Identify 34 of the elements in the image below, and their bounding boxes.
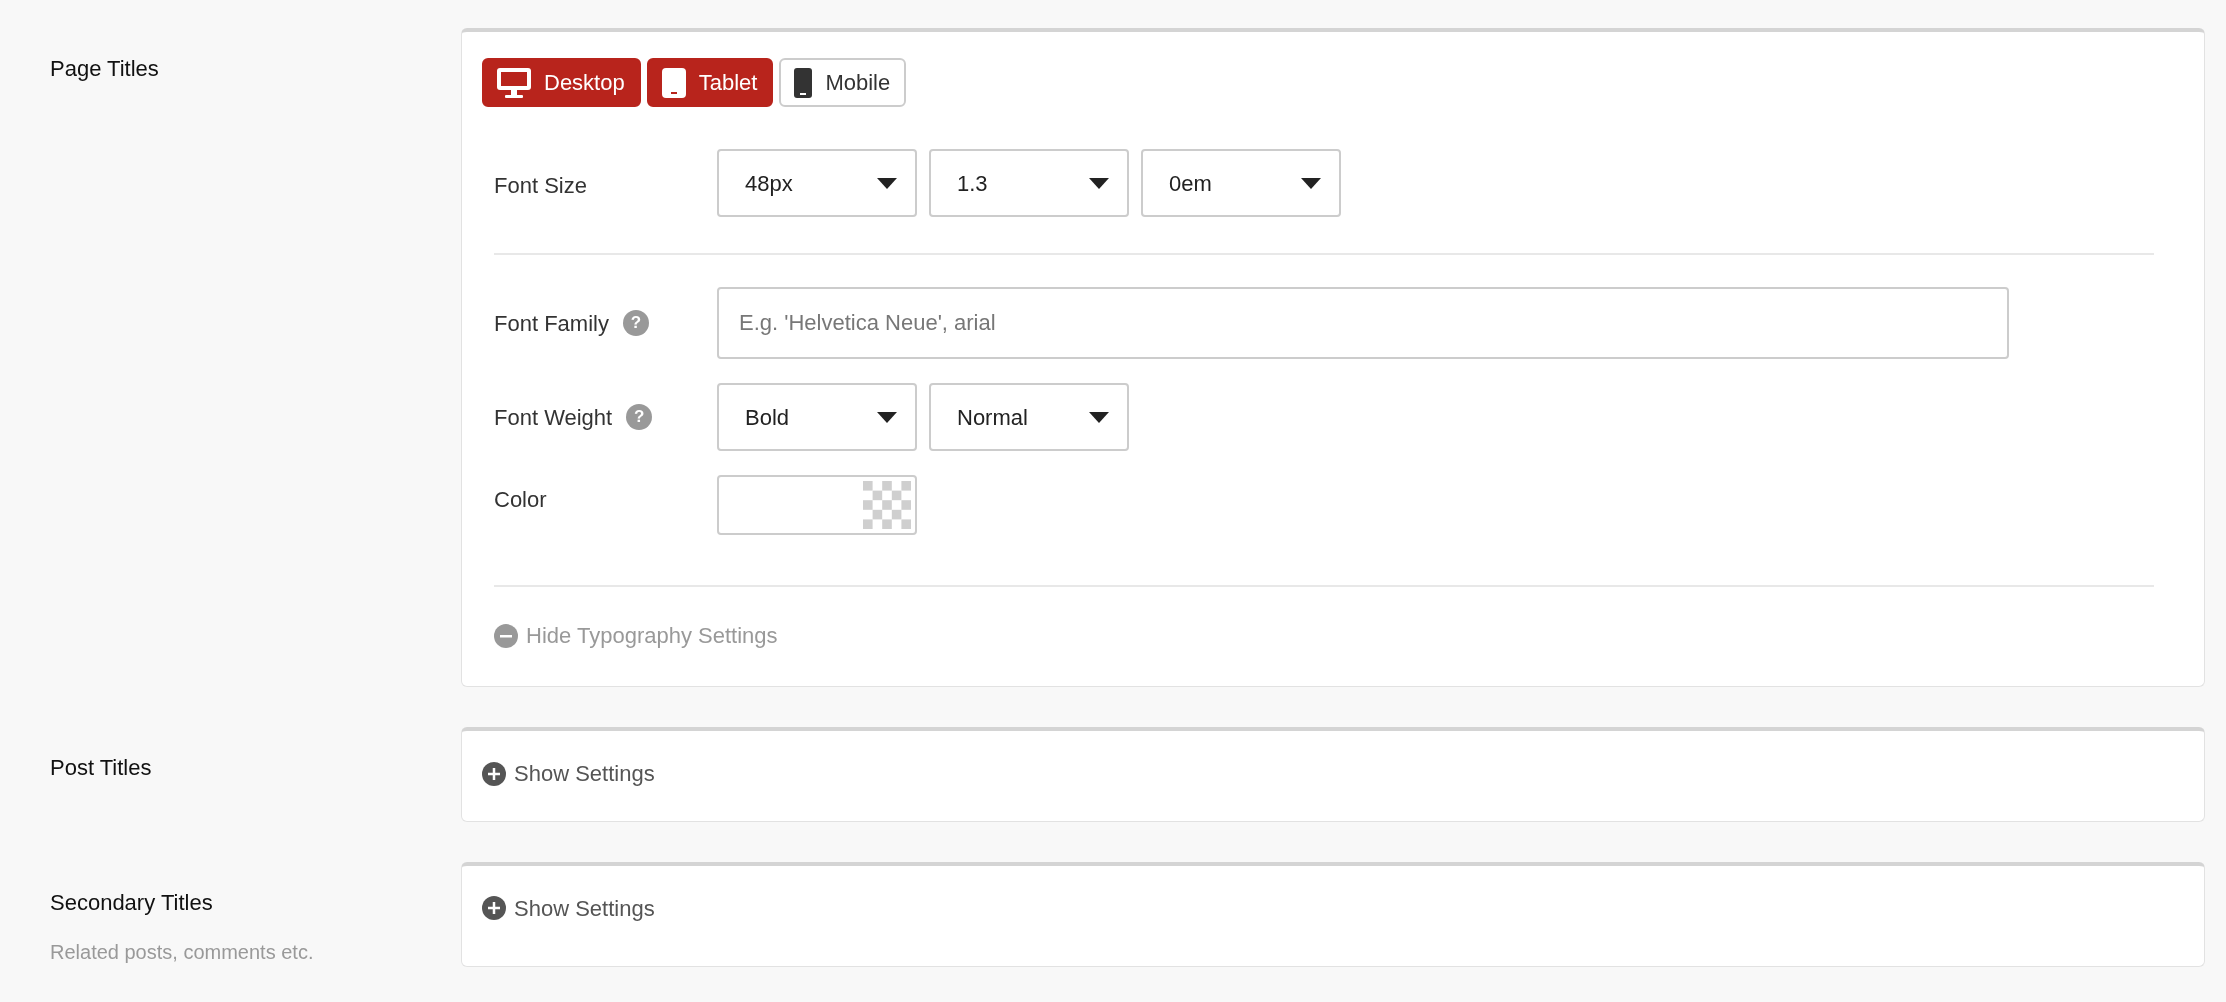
dropdown[interactable]: 1.3 [929, 149, 1129, 217]
plus-icon [482, 896, 506, 920]
section-title: Secondary Titles [50, 888, 214, 917]
field-label: Font Size [494, 171, 587, 200]
field-label: Color [494, 486, 547, 514]
color-picker[interactable] [717, 475, 917, 535]
monitor-icon [496, 66, 532, 99]
device-toggle[interactable]: Mobile [779, 58, 907, 107]
help-icon: ? [626, 404, 653, 430]
dropdown[interactable]: Bold [717, 383, 917, 451]
settings-toggle[interactable]: Show Settings [482, 891, 655, 925]
caret-icon [1301, 177, 1321, 189]
dropdown[interactable]: 0em [1141, 149, 1341, 217]
dropdown[interactable]: Normal [929, 383, 1129, 451]
caret-icon [1089, 411, 1109, 423]
transparent-swatch-icon [863, 481, 911, 529]
plus-icon [482, 761, 506, 786]
text-field[interactable]: E.g. 'Helvetica Neue', arial [717, 287, 2009, 359]
phone-icon [793, 66, 814, 99]
section-title: Post Titles [50, 754, 153, 782]
section-title: Page Titles [50, 55, 160, 83]
section-description: Related posts, comments etc. [50, 939, 315, 965]
field-label: Font Family [494, 309, 609, 338]
tablet-icon [660, 66, 687, 99]
settings-toggle[interactable]: Show Settings [482, 757, 655, 790]
caret-icon [877, 411, 897, 423]
field-label: Font Weight [494, 403, 613, 432]
device-toggle[interactable]: Tablet [646, 58, 774, 107]
minus-icon [494, 623, 518, 648]
caret-icon [877, 177, 897, 189]
caret-icon [1089, 177, 1109, 189]
device-toggle[interactable]: Desktop [482, 58, 641, 107]
dropdown[interactable]: 48px [717, 149, 917, 217]
help-icon: ? [622, 310, 649, 336]
